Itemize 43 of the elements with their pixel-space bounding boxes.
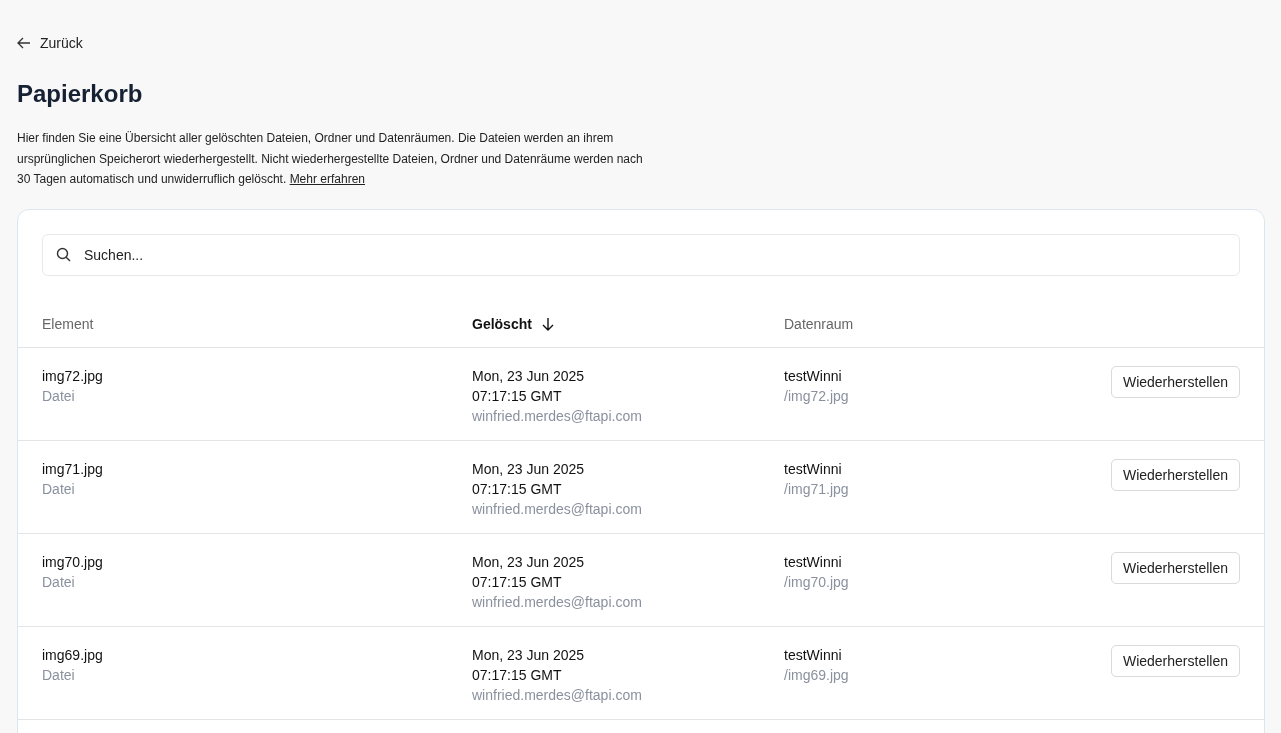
file-type: Datei	[42, 572, 75, 592]
deleted-by-email: winfried.merdes@ftapi.com	[472, 499, 642, 519]
column-header[interactable]: Gelöscht	[472, 316, 532, 332]
deleted-time: 07:17:15 GMT	[472, 479, 562, 499]
file-name: img69.jpg	[42, 645, 103, 665]
deleted-date: Mon, 23 Jun 2025	[472, 366, 585, 386]
deleted-date: Mon, 23 Jun 2025	[472, 552, 585, 572]
file-path: /img69.jpg	[784, 665, 849, 685]
search-field[interactable]: Suchen...	[42, 233, 1240, 276]
file-name: img72.jpg	[42, 366, 103, 386]
file-name: img70.jpg	[42, 552, 103, 572]
file-type: Datei	[42, 479, 75, 499]
data-room-name: testWinni	[784, 552, 842, 572]
description-text: Hier finden Sie eine Übersicht aller gelöschten Dateien, Ordner und Datenräumen. Die Dateien werden an ihrem ursprünglichen Speicherort wiederhergestellt. Nicht wiederhergestellte Dateien, Ordner und Datenräume werden nach 30 Tagen automatisch und unwiderruflich gelöscht. Mehr erfahren	[17, 130, 644, 188]
restore-button[interactable]: Wiederherstellen	[1110, 365, 1240, 398]
sort-down-arrow-icon	[541, 317, 554, 331]
data-room-name: testWinni	[784, 459, 842, 479]
column-header[interactable]: Element	[42, 316, 94, 332]
page-title: Papierkorb	[17, 80, 144, 108]
file-path: /img71.jpg	[784, 479, 849, 499]
file-type: Datei	[42, 665, 75, 685]
back-link[interactable]: Zurück	[17, 35, 83, 51]
data-room-name: testWinni	[784, 366, 842, 386]
deleted-by-email: winfried.merdes@ftapi.com	[472, 592, 642, 612]
search-icon	[56, 246, 71, 262]
column-header[interactable]: Datenraum	[784, 316, 854, 332]
deleted-time: 07:17:15 GMT	[472, 572, 562, 592]
deleted-date: Mon, 23 Jun 2025	[472, 645, 585, 665]
deleted-date: Mon, 23 Jun 2025	[472, 459, 585, 479]
deleted-by-email: winfried.merdes@ftapi.com	[472, 685, 642, 705]
restore-button[interactable]: Wiederherstellen	[1110, 458, 1240, 491]
deleted-by-email: winfried.merdes@ftapi.com	[472, 406, 642, 426]
file-type: Datei	[42, 386, 75, 406]
data-room-name: testWinni	[784, 645, 842, 665]
restore-button[interactable]: Wiederherstellen	[1110, 644, 1240, 677]
file-path: /img70.jpg	[784, 572, 849, 592]
back-arrow-icon	[17, 37, 31, 49]
restore-button[interactable]: Wiederherstellen	[1110, 551, 1240, 584]
file-name: img71.jpg	[42, 459, 103, 479]
file-path: /img72.jpg	[784, 386, 849, 406]
deleted-time: 07:17:15 GMT	[472, 665, 562, 685]
deleted-time: 07:17:15 GMT	[472, 386, 562, 406]
learn-more-link[interactable]: Mehr erfahren	[289, 172, 365, 186]
